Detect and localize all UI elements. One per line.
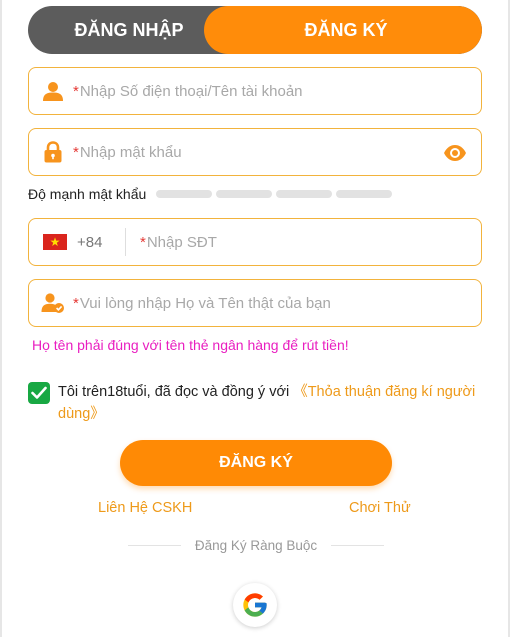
account-placeholder: *Nhập Số điện thoại/Tên tài khoản: [73, 82, 303, 100]
name-hint: Họ tên phải đúng với tên thẻ ngân hàng đ…: [32, 337, 349, 353]
tab-login[interactable]: ĐĂNG NHẬP: [28, 6, 230, 54]
fullname-field[interactable]: *Vui lòng nhập Họ và Tên thật của bạn: [28, 279, 482, 327]
vietnam-flag-icon: ★: [43, 234, 67, 250]
country-code[interactable]: +84: [77, 234, 113, 251]
user-icon: [41, 79, 65, 103]
agreement-text: Tôi trên18tuổi, đã đọc và đồng ý với 《Th…: [58, 384, 476, 422]
divider-line: [331, 544, 385, 546]
support-link[interactable]: Liên Hệ CSKH: [98, 500, 192, 516]
password-field[interactable]: *Nhập mật khẩu: [28, 128, 482, 176]
strength-label: Độ mạnh mật khẩu: [28, 186, 147, 202]
agreement-row: Tôi trên18tuổi, đã đọc và đồng ý với 《Th…: [28, 381, 482, 425]
register-button[interactable]: ĐĂNG KÝ: [120, 440, 392, 486]
fullname-placeholder: *Vui lòng nhập Họ và Tên thật của bạn: [73, 294, 331, 312]
bind-label: Đăng Ký Ràng Buộc: [194, 537, 318, 553]
lock-icon: [41, 140, 65, 164]
eye-icon[interactable]: [443, 141, 467, 165]
divider-line: [128, 544, 181, 546]
password-placeholder: *Nhập mật khẩu: [73, 143, 182, 161]
field-divider: [125, 228, 126, 256]
strength-bar: [156, 190, 213, 198]
left-edge: [0, 0, 2, 637]
agree-checkbox[interactable]: [28, 382, 50, 404]
google-icon[interactable]: [233, 583, 277, 627]
trial-link[interactable]: Chơi Thử: [349, 500, 411, 516]
password-strength: Độ mạnh mật khẩu: [28, 186, 393, 202]
bind-divider: Đăng Ký Ràng Buộc: [128, 535, 385, 555]
strength-bars: [156, 190, 393, 198]
strength-bar: [336, 190, 393, 198]
account-field[interactable]: *Nhập Số điện thoại/Tên tài khoản: [28, 67, 482, 115]
user-check-icon: [41, 291, 65, 315]
strength-bar: [216, 190, 273, 198]
strength-bar: [276, 190, 333, 198]
phone-field[interactable]: ★ +84 *Nhập SĐT: [28, 218, 482, 266]
phone-placeholder: *Nhập SĐT: [140, 233, 217, 251]
tab-register[interactable]: ĐĂNG KÝ: [204, 6, 482, 54]
auth-tabs: ĐĂNG NHẬP ĐĂNG KÝ: [28, 6, 482, 54]
